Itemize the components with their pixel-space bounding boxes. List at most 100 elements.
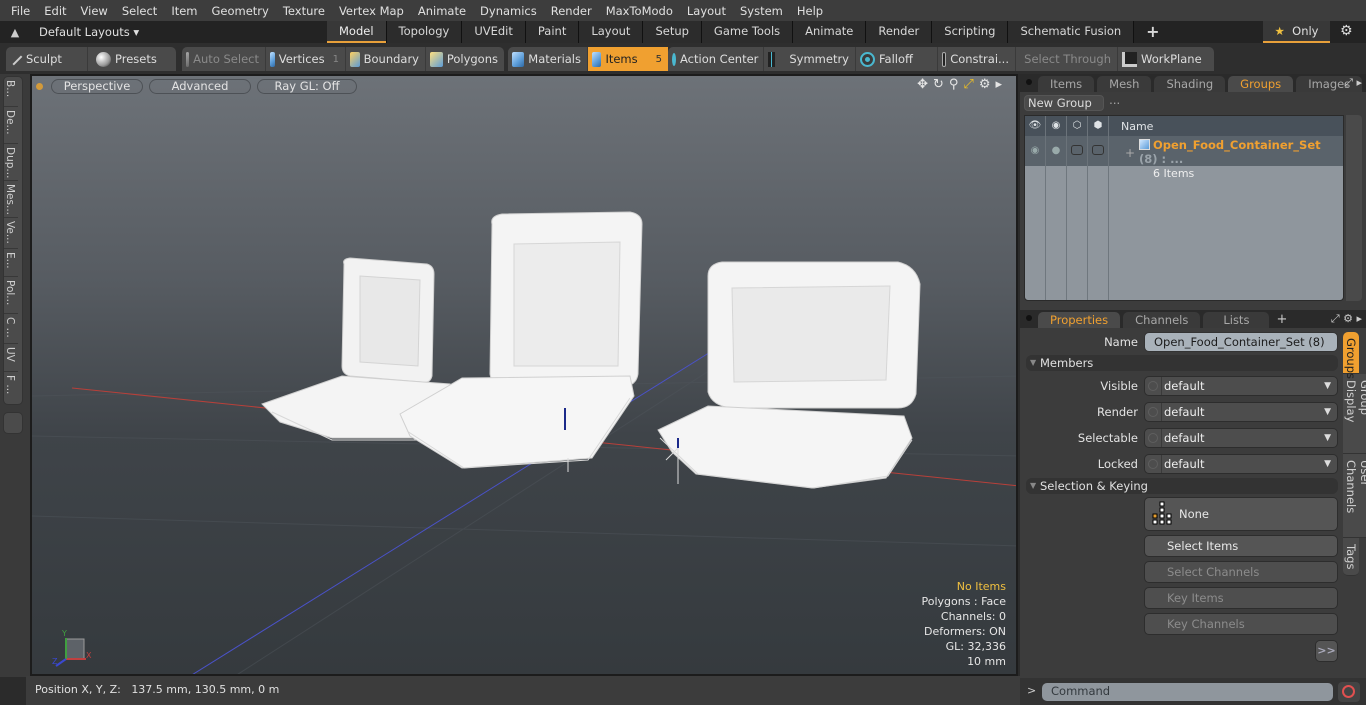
menu-animate[interactable]: Animate [411, 4, 473, 18]
boundary-button[interactable]: Boundary [346, 47, 426, 71]
select-channels-button[interactable]: Select Channels [1144, 561, 1338, 583]
tab-game-tools[interactable]: Game Tools [701, 21, 794, 43]
viewport-indicator-icon[interactable] [36, 82, 43, 90]
left-tab-vertex[interactable]: Ve... [4, 218, 18, 249]
tab-model[interactable]: Model [327, 21, 387, 43]
locked-key-icon[interactable] [1148, 459, 1158, 469]
select-through-button[interactable]: Select Through [1016, 47, 1118, 71]
group-row[interactable]: ◉ ● + Open_Food_Container_Set (8) : ... … [1025, 136, 1343, 180]
tab-scripting[interactable]: Scripting [932, 21, 1009, 43]
tab-paint[interactable]: Paint [525, 21, 580, 43]
pan-icon[interactable]: ✥ [917, 77, 928, 92]
auto-select-button[interactable]: Auto Select [182, 47, 266, 71]
locked-dropdown[interactable]: default ▼ [1144, 454, 1338, 474]
new-group-button[interactable]: New Group [1024, 95, 1104, 111]
left-tab-basic[interactable]: B... [4, 77, 18, 107]
none-hierarchy-button[interactable]: None [1144, 497, 1338, 531]
key-items-button[interactable]: Key Items [1144, 587, 1338, 609]
left-tab-edge[interactable]: E... [4, 249, 18, 277]
visible-dropdown[interactable]: default ▼ [1144, 376, 1338, 396]
menu-vertex-map[interactable]: Vertex Map [332, 4, 411, 18]
panel-menu-icon-2[interactable] [1026, 315, 1032, 321]
tab-topology[interactable]: Topology [386, 21, 463, 43]
command-input[interactable]: Command [1042, 683, 1333, 701]
tab-layout[interactable]: Layout [579, 21, 644, 43]
menu-file[interactable]: File [4, 4, 37, 18]
more-button[interactable]: >> [1315, 640, 1338, 662]
selectable-dropdown[interactable]: default ▼ [1144, 428, 1338, 448]
tab-groups[interactable]: Groups [1228, 76, 1294, 92]
menu-texture[interactable]: Texture [276, 4, 332, 18]
tab-render[interactable]: Render [866, 21, 933, 43]
expand-plus-icon[interactable]: + [1125, 146, 1135, 160]
default-layouts-dropdown[interactable]: Default Layouts ▾ [30, 25, 320, 39]
polygons-button[interactable]: Polygons [426, 47, 504, 71]
symmetry-button[interactable]: Symmetry [764, 47, 856, 71]
name-column-header[interactable]: Name [1109, 120, 1153, 133]
falloff-button[interactable]: Falloff [856, 47, 938, 71]
side-tab-group-display[interactable]: Group Display [1343, 374, 1366, 454]
selectable-key-icon[interactable] [1148, 433, 1158, 443]
left-small-tab[interactable] [3, 412, 23, 434]
side-tab-groups[interactable]: Groups [1343, 332, 1359, 379]
key-channels-button[interactable]: Key Channels [1144, 613, 1338, 635]
groups-list-scrollbar[interactable] [1346, 115, 1362, 301]
menu-layout[interactable]: Layout [680, 4, 733, 18]
panel-expand-icon[interactable]: ⤢ ▸ [1344, 76, 1362, 90]
side-tab-tags[interactable]: Tags [1343, 538, 1359, 576]
presets-button[interactable]: Presets [88, 47, 176, 71]
items-button[interactable]: Items 5 [588, 47, 668, 71]
row-visibility-icon[interactable]: ◉ [1025, 136, 1046, 166]
select-items-button[interactable]: Select Items [1144, 535, 1338, 557]
materials-button[interactable]: Materials [508, 47, 588, 71]
constraints-button[interactable]: Constrai... [938, 47, 1016, 71]
ray-gl-toggle[interactable]: Ray GL: Off [257, 78, 357, 94]
maximize-icon[interactable]: ⤢ [963, 77, 973, 92]
menu-item[interactable]: Item [164, 4, 204, 18]
lock-column-icon[interactable]: ⬡ [1067, 116, 1088, 136]
action-center-button[interactable]: Action Center [668, 47, 764, 71]
left-tab-curve[interactable]: C ... [4, 314, 18, 344]
tab-schematic-fusion[interactable]: Schematic Fusion [1008, 21, 1135, 43]
row-select-toggle[interactable] [1088, 136, 1109, 166]
expand-up-icon[interactable]: ▲ [0, 26, 30, 39]
add-properties-tab-icon[interactable]: + [1272, 312, 1291, 328]
side-tab-user-channels[interactable]: User Channels [1343, 454, 1366, 538]
visible-key-icon[interactable] [1148, 381, 1158, 391]
row-render-icon[interactable]: ● [1046, 136, 1067, 166]
tab-channels[interactable]: Channels [1123, 312, 1201, 328]
tab-animate[interactable]: Animate [793, 21, 867, 43]
tab-lists[interactable]: Lists [1203, 312, 1270, 328]
left-tab-uv[interactable]: UV [4, 344, 18, 372]
record-macro-button[interactable] [1338, 682, 1360, 702]
group-name-field[interactable]: Open_Food_Container_Set (8) [1144, 332, 1338, 352]
menu-geometry[interactable]: Geometry [205, 4, 276, 18]
menu-system[interactable]: System [733, 4, 790, 18]
tab-mesh[interactable]: Mesh ... [1097, 76, 1152, 107]
rotate-icon[interactable]: ↻ [933, 77, 944, 92]
left-tab-polygon[interactable]: Pol... [4, 277, 18, 314]
menu-help[interactable]: Help [790, 4, 830, 18]
render-key-icon[interactable] [1148, 407, 1158, 417]
row-lock-toggle[interactable] [1067, 136, 1088, 166]
menu-maxtomodo[interactable]: MaxToModo [599, 4, 680, 18]
3d-viewport[interactable]: X Y Z Perspective Advanced Ray GL: Off ✥… [30, 74, 1018, 676]
left-tab-mesh-edit[interactable]: Mes... [4, 181, 18, 218]
shading-mode-dropdown[interactable]: Advanced [149, 78, 251, 94]
vertices-button[interactable]: Vertices 1 [266, 47, 346, 71]
select-column-icon[interactable]: ⬢ [1088, 116, 1109, 136]
tab-uvedit[interactable]: UVEdit [462, 21, 526, 43]
workplane-button[interactable]: WorkPlane [1118, 47, 1208, 71]
menu-view[interactable]: View [74, 4, 115, 18]
view-mode-dropdown[interactable]: Perspective [51, 78, 143, 94]
viewport-settings-icon[interactable]: ⚙ [979, 77, 991, 92]
add-tab-button[interactable]: + [1134, 21, 1171, 43]
left-tab-deform[interactable]: De... [4, 107, 18, 144]
menu-edit[interactable]: Edit [37, 4, 73, 18]
members-section[interactable]: ▼ Members [1026, 355, 1338, 371]
left-tab-duplicate[interactable]: Dup... [4, 144, 18, 181]
render-column-icon[interactable]: ◉ [1046, 116, 1067, 136]
only-button[interactable]: ★ Only [1263, 21, 1330, 43]
visibility-column-icon[interactable]: 👁 [1025, 116, 1046, 136]
sculpt-button[interactable]: Sculpt [6, 47, 88, 71]
